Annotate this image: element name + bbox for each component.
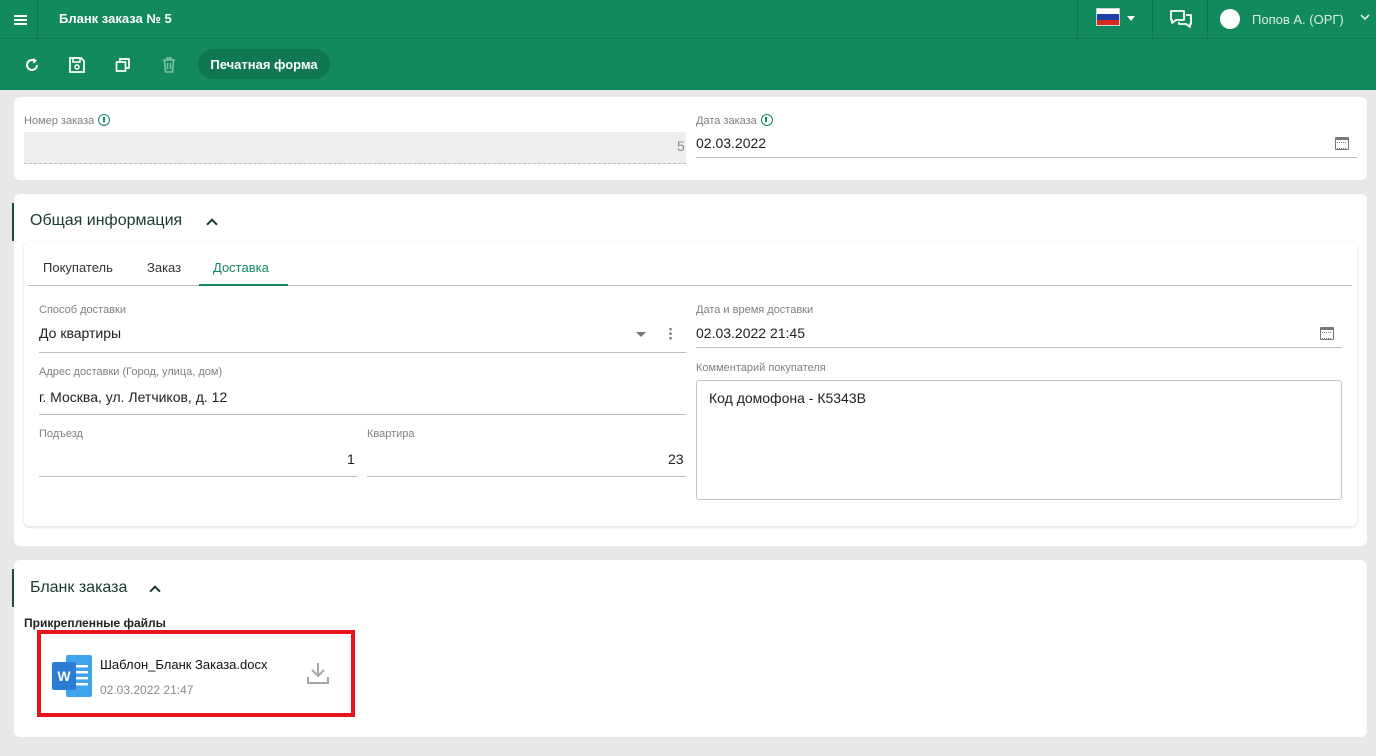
apartment-field[interactable]: 23 <box>668 451 684 467</box>
address-field[interactable]: г. Москва, ул. Летчиков, д. 12 <box>39 389 227 405</box>
divider <box>39 476 357 477</box>
divider <box>39 352 686 353</box>
tab-delivery[interactable]: Доставка <box>213 260 269 275</box>
dropdown-arrow-icon[interactable] <box>636 332 646 337</box>
copy-icon[interactable] <box>113 55 133 75</box>
delivery-datetime-label: Дата и время доставки <box>696 304 814 316</box>
more-vertical-icon[interactable] <box>669 327 672 340</box>
refresh-icon[interactable] <box>22 55 42 75</box>
order-number-value: 5 <box>677 138 685 154</box>
russia-flag-icon <box>1096 8 1120 26</box>
svg-text:W: W <box>57 668 71 684</box>
active-tab-indicator <box>199 284 288 286</box>
chevron-down-icon[interactable] <box>1360 12 1370 22</box>
entrance-field[interactable]: 1 <box>347 451 355 467</box>
chat-icon <box>1170 10 1192 28</box>
file-date: 02.03.2022 21:47 <box>100 683 194 697</box>
info-icon[interactable] <box>760 114 773 126</box>
tab-order[interactable]: Заказ <box>147 260 181 275</box>
order-date-label: Дата заказа <box>696 114 773 127</box>
calendar-icon[interactable] <box>1335 137 1349 150</box>
download-icon[interactable] <box>305 660 331 686</box>
delivery-method-label: Способ доставки <box>39 304 126 316</box>
delivery-datetime-field[interactable]: 02.03.2022 21:45 <box>696 325 805 341</box>
info-icon[interactable] <box>98 114 111 126</box>
section-accent <box>12 569 14 607</box>
calendar-icon[interactable] <box>1320 327 1334 340</box>
save-icon[interactable] <box>67 55 87 75</box>
print-form-button[interactable]: Печатная форма <box>198 49 330 79</box>
chat-button[interactable] <box>1153 0 1208 39</box>
tab-buyer[interactable]: Покупатель <box>43 260 113 275</box>
divider <box>696 347 1342 348</box>
order-number-label: Номер заказа <box>24 114 111 127</box>
comment-label: Комментарий покупателя <box>696 362 826 374</box>
comment-text: Код домофона - К5343В <box>709 390 866 406</box>
section-title-blank: Бланк заказа <box>30 579 128 596</box>
avatar[interactable] <box>1220 9 1240 29</box>
caret-down-icon <box>1127 16 1135 21</box>
divider <box>39 414 686 415</box>
top-bar: Бланк заказа № 5 Попов А. (ОРГ) <box>0 0 1376 39</box>
entrance-label: Подъезд <box>39 428 83 440</box>
address-label: Адрес доставки (Город, улица, дом) <box>39 366 223 378</box>
language-selector[interactable] <box>1077 0 1153 39</box>
attached-files-label: Прикрепленные файлы <box>24 616 166 630</box>
section-title-general: Общая информация <box>30 212 183 229</box>
user-name[interactable]: Попов А. (ОРГ) <box>1252 12 1344 27</box>
order-number-field <box>24 132 686 164</box>
word-document-icon: W <box>52 655 92 697</box>
delivery-method-select[interactable]: До квартиры <box>39 325 121 341</box>
file-name[interactable]: Шаблон_Бланк Заказа.docx <box>100 657 267 672</box>
delete-icon[interactable] <box>159 55 179 75</box>
hamburger-menu-icon[interactable] <box>4 0 38 39</box>
divider <box>696 157 1357 158</box>
divider <box>367 476 686 477</box>
section-accent <box>12 203 14 241</box>
apartment-label: Квартира <box>367 428 415 440</box>
page-title: Бланк заказа № 5 <box>59 11 172 26</box>
order-date-field[interactable]: 02.03.2022 <box>696 135 766 151</box>
